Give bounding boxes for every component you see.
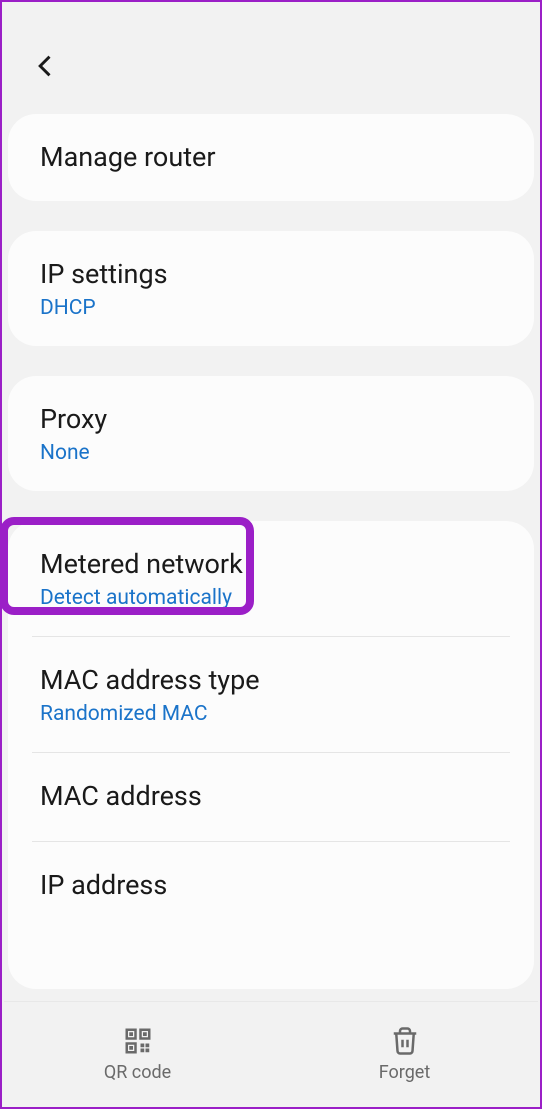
metered-network-value: Detect automatically bbox=[40, 586, 502, 610]
qr-code-icon bbox=[123, 1026, 153, 1056]
network-details-card: Metered network Detect automatically MAC… bbox=[8, 521, 534, 988]
proxy-card[interactable]: Proxy None bbox=[8, 376, 534, 491]
manage-router-card[interactable]: Manage router bbox=[8, 114, 534, 201]
ip-settings-value: DHCP bbox=[40, 296, 502, 320]
mac-address-type-item[interactable]: MAC address type Randomized MAC bbox=[8, 637, 534, 752]
mac-address-type-title: MAC address type bbox=[40, 663, 502, 698]
ip-address-item[interactable]: IP address bbox=[8, 842, 534, 929]
forget-button[interactable]: Forget bbox=[271, 1002, 538, 1107]
header bbox=[2, 2, 540, 114]
qr-code-label: QR code bbox=[104, 1062, 171, 1083]
back-icon[interactable] bbox=[32, 52, 60, 80]
bottom-bar: QR code Forget bbox=[4, 1001, 538, 1107]
proxy-value: None bbox=[40, 441, 502, 465]
forget-label: Forget bbox=[379, 1062, 431, 1083]
metered-network-item[interactable]: Metered network Detect automatically bbox=[8, 521, 534, 636]
manage-router-title: Manage router bbox=[40, 140, 502, 175]
trash-icon bbox=[390, 1026, 420, 1056]
metered-network-title: Metered network bbox=[40, 547, 502, 582]
ip-address-title: IP address bbox=[40, 868, 502, 903]
mac-address-title: MAC address bbox=[40, 779, 502, 814]
ip-settings-title: IP settings bbox=[40, 257, 502, 292]
ip-settings-card[interactable]: IP settings DHCP bbox=[8, 231, 534, 346]
qr-code-button[interactable]: QR code bbox=[4, 1002, 271, 1107]
mac-address-item[interactable]: MAC address bbox=[8, 753, 534, 840]
mac-address-type-value: Randomized MAC bbox=[40, 702, 502, 726]
proxy-title: Proxy bbox=[40, 402, 502, 437]
